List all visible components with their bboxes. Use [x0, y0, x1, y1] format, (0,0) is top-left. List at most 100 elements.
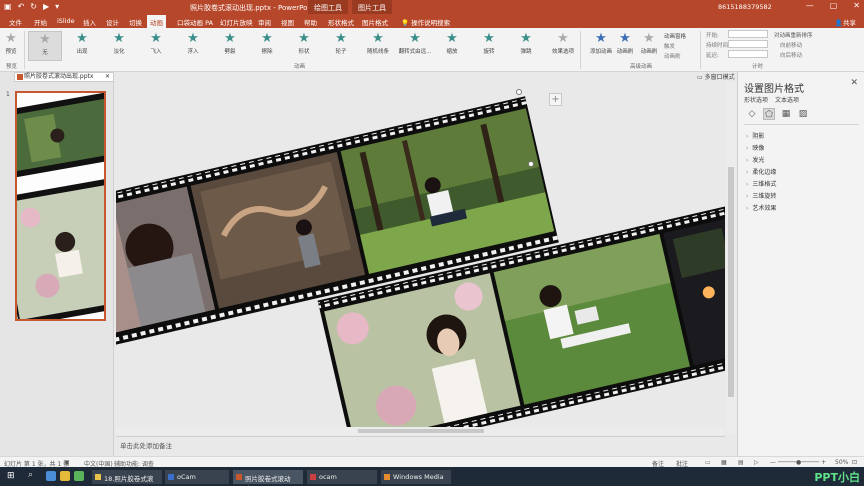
fill-line-icon[interactable]: ◇ [746, 108, 758, 120]
pane-section[interactable]: › 三维格式 [746, 179, 776, 188]
close-button[interactable]: ✕ [853, 1, 860, 10]
taskbar-item-folder[interactable]: 18.照片胶卷式滚动... [92, 470, 162, 486]
zoom-level[interactable]: 50% [835, 459, 848, 466]
horizontal-scrollbar[interactable] [116, 427, 725, 435]
vertical-scrollbar[interactable] [726, 82, 736, 434]
tab-slideshow[interactable]: 幻灯片放映 [217, 16, 256, 28]
tell-me-search[interactable]: 💡 操作说明搜索 [398, 16, 453, 28]
tab-help[interactable]: 帮助 [301, 16, 320, 28]
animation-effect[interactable]: ★ 缩放 [435, 31, 469, 61]
effects-icon[interactable]: ⬠ [763, 108, 775, 120]
close-tab-icon[interactable]: ✕ [105, 73, 110, 81]
save-icon[interactable]: ▣ [4, 2, 12, 11]
slide-sorter-icon[interactable]: ▦ [721, 459, 727, 466]
taskbar-item-media-player[interactable]: Windows Media ... [381, 470, 451, 486]
duration-field[interactable] [728, 40, 768, 48]
group-separator [24, 31, 25, 69]
zoom-slider[interactable]: — ─────●───── + [770, 459, 826, 466]
animation-effect[interactable]: ★ 形状 [287, 31, 321, 61]
tab-file[interactable]: 文件 [6, 16, 25, 28]
delay-field[interactable] [728, 50, 768, 58]
fit-slide-icon[interactable]: ⊡ [852, 459, 857, 466]
preview-button[interactable]: ★ 预览 [0, 31, 22, 61]
minimize-button[interactable]: — [806, 1, 814, 10]
multi-window-mode-button[interactable]: ▭ 多窗口模式 [697, 72, 735, 81]
trigger-button[interactable]: 触发 [664, 42, 675, 50]
tab-picture-format[interactable]: 图片格式 [359, 16, 391, 28]
animation-effect[interactable]: ★ 旋转 [472, 31, 506, 61]
tab-design[interactable]: 设计 [103, 16, 122, 28]
pane-section[interactable]: › 艺术效果 [746, 203, 776, 212]
animation-pane-button[interactable]: 动画窗格 [664, 32, 686, 40]
tab-pocket-animation[interactable]: 口袋动画 PA [174, 16, 216, 28]
tab-home[interactable]: 开始 [31, 16, 50, 28]
slide-thumbnail[interactable] [15, 91, 106, 321]
scroll-thumb[interactable] [358, 429, 484, 433]
notes-pane[interactable]: 单击此处添加备注 [116, 436, 725, 456]
animation-brush-button[interactable]: ★ 动画刷 [632, 31, 666, 61]
animation-effect[interactable]: ★ 出现 [65, 31, 99, 61]
pane-section[interactable]: › 发光 [746, 155, 764, 164]
animation-effect[interactable]: ★ 随机线条 [361, 31, 395, 61]
spellcheck-icon[interactable]: ▣ [64, 459, 70, 466]
scroll-thumb[interactable] [728, 167, 734, 397]
picture-icon[interactable]: ▨ [797, 108, 809, 120]
document-tab[interactable]: 照片胶卷式滚动出现.pptx ✕ [14, 72, 114, 82]
pane-section[interactable]: › 三维旋转 [746, 191, 776, 200]
animation-effect-label: 出现 [76, 49, 88, 55]
group-label-animation: 动画 [294, 64, 306, 70]
edge-browser-icon[interactable] [46, 471, 56, 481]
tab-view[interactable]: 视图 [278, 16, 297, 28]
redo-icon[interactable]: ↻ [30, 2, 37, 11]
pane-close-icon[interactable]: ✕ [850, 78, 858, 88]
animation-effect[interactable]: ★ 弹跳 [509, 31, 543, 61]
move-later-button[interactable]: 向后移动 [780, 51, 802, 59]
search-icon[interactable]: ⌕ [28, 470, 38, 480]
size-properties-icon[interactable]: ▦ [780, 108, 792, 120]
chrome-icon[interactable] [60, 471, 70, 481]
animation-effect[interactable]: ★ 无 [28, 31, 62, 61]
selection-handle[interactable] [528, 161, 534, 167]
animation-effect[interactable]: ★ 淡化 [102, 31, 136, 61]
start-from-beginning-icon[interactable]: ▶ [43, 2, 49, 11]
animation-effect[interactable]: ★ 飞入 [139, 31, 173, 61]
pane-section[interactable]: › 阴影 [746, 131, 764, 140]
tab-insert[interactable]: 插入 [80, 16, 99, 28]
move-earlier-button[interactable]: 向前移动 [780, 41, 802, 49]
share-button[interactable]: 👤共享 [835, 17, 856, 27]
text-options-tab[interactable]: 文本选项 [775, 95, 799, 104]
add-content-icon[interactable]: + [549, 93, 562, 106]
slide-canvas[interactable] [116, 82, 725, 428]
animation-effect[interactable]: ★ 轮子 [324, 31, 358, 61]
tab-transitions[interactable]: 切换 [126, 16, 145, 28]
animation-effect[interactable]: ★ 效果选项 [546, 31, 580, 61]
taskbar-item-ocam[interactable]: oCam [165, 470, 229, 484]
maximize-button[interactable]: ▢ [830, 1, 838, 10]
shape-options-tab[interactable]: 形状选项 [744, 95, 768, 104]
slideshow-icon[interactable]: ▷ [754, 459, 759, 466]
normal-view-icon[interactable]: ▭ [705, 459, 711, 466]
account-name[interactable]: 8615188379582 [718, 3, 772, 11]
tab-shape-format[interactable]: 形状格式 [325, 16, 357, 28]
pane-section[interactable]: › 柔化边缘 [746, 167, 776, 176]
start-dropdown[interactable] [728, 30, 768, 38]
animation-effect-label: 旋转 [483, 49, 495, 55]
taskbar-item-powerpoint[interactable]: 照片胶卷式滚动出... [233, 470, 303, 486]
star-icon: ★ [113, 31, 125, 46]
animation-effect[interactable]: ★ 翻转式由远... [398, 31, 432, 61]
animation-effect[interactable]: ★ 劈裂 [213, 31, 247, 61]
undo-icon[interactable]: ↶ [18, 2, 25, 11]
tab-islide[interactable]: iSlide [54, 16, 78, 26]
tab-animations[interactable]: 动画 [147, 15, 166, 28]
animation-effect[interactable]: ★ 浮入 [176, 31, 210, 61]
animation-painter-small[interactable]: 动画刷 [664, 52, 681, 60]
taskbar-item-ocam-2[interactable]: ocam [307, 470, 377, 484]
customize-qat-icon[interactable]: ▾ [55, 2, 59, 11]
reading-view-icon[interactable]: ▤ [738, 459, 744, 466]
pane-section[interactable]: › 映像 [746, 143, 764, 152]
selection-handle[interactable] [516, 89, 522, 95]
app-icon[interactable] [74, 471, 84, 481]
windows-start-icon[interactable]: ⊞ [7, 471, 15, 481]
tab-review[interactable]: 审阅 [255, 16, 274, 28]
animation-effect[interactable]: ★ 擦除 [250, 31, 284, 61]
